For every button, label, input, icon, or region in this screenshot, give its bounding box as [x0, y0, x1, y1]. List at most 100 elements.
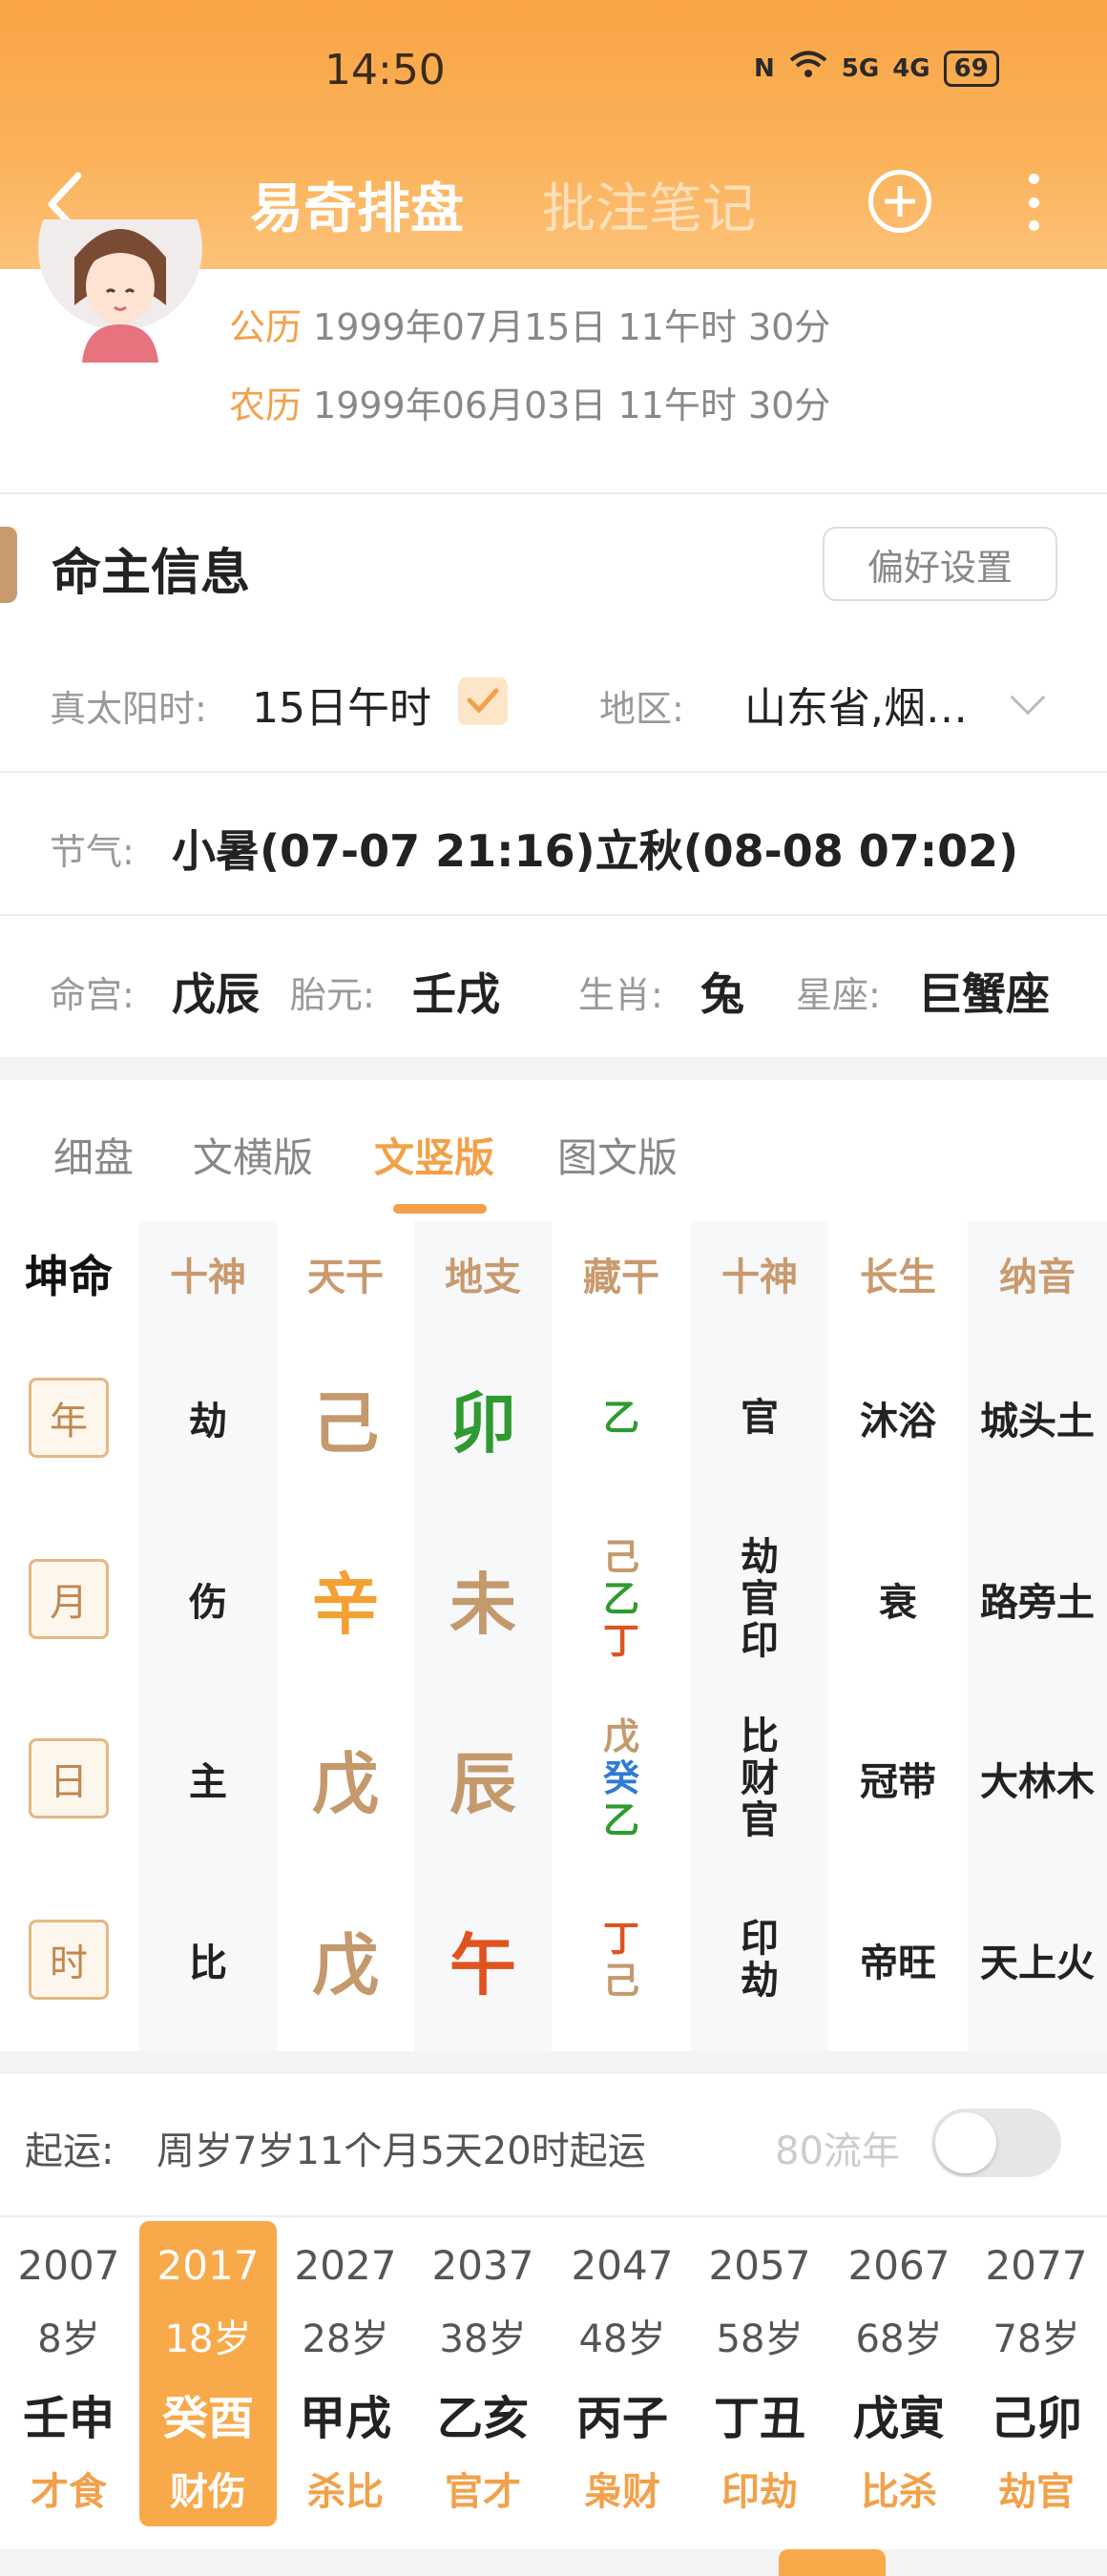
dayun-year: 2057: [708, 2242, 811, 2289]
dayun-item[interactable]: 2027 28岁 甲戌 杀比: [277, 2221, 414, 2526]
avatar: [38, 219, 202, 363]
shishen2-month: 劫 官 印: [691, 1509, 828, 1689]
dayun-age: 68岁: [855, 2317, 943, 2361]
minggong-label: 命宫:: [50, 974, 135, 1016]
row-label-year: 年: [29, 1378, 109, 1458]
true-solar-checkbox[interactable]: [458, 677, 508, 725]
table-corner: 坤命: [25, 1251, 113, 1302]
tab-paipan[interactable]: 易奇排盘: [250, 166, 464, 243]
dayun-age: 78岁: [992, 2317, 1080, 2361]
shengxiao-label: 生肖:: [578, 974, 663, 1016]
battery-icon: 69: [943, 50, 999, 87]
battery-level: 69: [953, 53, 989, 83]
tab-notes[interactable]: 批注笔记: [542, 166, 756, 243]
xingzuo-label: 星座:: [796, 974, 881, 1016]
dayun-year: 2007: [17, 2242, 120, 2289]
lunar-date: 1999年06月03日 11午时 30分: [313, 384, 831, 426]
tiangan-month: 辛: [312, 1565, 379, 1644]
shengxiao-value: 兔: [700, 968, 744, 1020]
true-solar-value: 15日午时: [252, 684, 431, 733]
dayun-year: 2017: [157, 2242, 260, 2289]
shishen-hour: 比: [189, 1942, 227, 1985]
divider: [0, 492, 1107, 494]
liunian-selected-indicator: [779, 2549, 886, 2576]
dayun-item[interactable]: 2007 8岁 壬申 才食: [0, 2221, 137, 2526]
dayun-ganzhi: 丙子: [575, 2392, 668, 2445]
dizhi-day: 辰: [449, 1744, 516, 1823]
dayun-age: 18岁: [164, 2317, 252, 2361]
table-row-month: 月: [0, 1509, 137, 1689]
divider: [0, 771, 1107, 773]
chevron-down-icon[interactable]: [1010, 679, 1046, 716]
dayun-ganzhi: 壬申: [22, 2392, 115, 2445]
canggan-day: 戊 癸 乙: [552, 1689, 691, 1868]
tab-wenshu[interactable]: 文竖版: [374, 1126, 494, 1184]
nayin-year: 城头土: [980, 1400, 1095, 1444]
tab-wenheng[interactable]: 文横版: [193, 1126, 313, 1184]
dayun-shishen: 劫官: [998, 2470, 1075, 2514]
shishen2-char: 官: [741, 1396, 779, 1440]
canggan-char: 戊: [602, 1715, 639, 1757]
header-shishen2: 十神: [721, 1256, 798, 1299]
tab-xipan[interactable]: 细盘: [53, 1126, 134, 1184]
canggan-char: 乙: [602, 1799, 639, 1841]
shishen2-char: 财: [741, 1756, 779, 1800]
dayun-item[interactable]: 2057 58岁 丁丑 印劫: [691, 2221, 828, 2526]
shishen2-char: 印: [741, 1917, 779, 1961]
dayun-ganzhi: 丁丑: [713, 2392, 805, 2445]
changsheng-month: 衰: [879, 1581, 917, 1625]
row-label-month: 月: [29, 1559, 109, 1639]
dayun-age: 28岁: [302, 2317, 389, 2361]
solar-date-row: 公历 1999年07月15日 11午时 30分: [229, 298, 830, 350]
table-row-hour: 时: [0, 1870, 137, 2049]
status-time: 14:50: [324, 46, 446, 94]
qiyun-label: 起运:: [25, 2129, 115, 2173]
canggan-char: 己: [602, 1960, 639, 2002]
liunian-toggle[interactable]: [931, 2109, 1061, 2177]
dayun-shishen: 印劫: [721, 2470, 798, 2514]
canggan-hour: 丁 己: [552, 1870, 691, 2049]
shishen2-char: 劫: [741, 1959, 779, 2003]
lunar-label: 农历: [229, 384, 303, 426]
jieqi-value: 小暑(07-07 21:16)立秋(08-08 07:02): [172, 825, 1019, 877]
canggan-char: 丁: [602, 1918, 639, 1960]
taiyuan-label: 胎元:: [290, 974, 375, 1016]
status-icons: N 5G 4G 69: [754, 50, 999, 87]
tab-tuwen[interactable]: 图文版: [557, 1126, 678, 1184]
section-accent: [0, 527, 17, 603]
add-icon[interactable]: [868, 170, 931, 233]
region-select[interactable]: 山东省,烟…: [744, 674, 968, 735]
dayun-shishen: 杀比: [307, 2470, 384, 2514]
canggan-char: 癸: [602, 1757, 639, 1799]
dayun-item-selected[interactable]: 2017 18岁 癸酉 财伤: [139, 2221, 277, 2526]
dayun-year: 2037: [431, 2242, 534, 2289]
dayun-item[interactable]: 2077 78岁 己卯 劫官: [968, 2221, 1105, 2526]
dayun-item[interactable]: 2067 68岁 戊寅 比杀: [830, 2221, 968, 2526]
section-title: 命主信息: [52, 545, 251, 602]
true-solar-label: 真太阳时:: [50, 688, 207, 730]
dayun-shishen: 比杀: [861, 2470, 937, 2514]
minggong-value: 戊辰: [172, 968, 260, 1020]
preferences-button[interactable]: 偏好设置: [823, 527, 1057, 601]
dizhi-month: 未: [449, 1565, 516, 1644]
more-icon[interactable]: [1029, 174, 1040, 231]
shishen-day: 主: [189, 1760, 227, 1804]
header-tiangan: 天干: [307, 1256, 384, 1299]
tiangan-year: 己: [312, 1383, 379, 1463]
shishen2-char: 比: [741, 1714, 779, 1758]
dayun-item[interactable]: 2047 48岁 丙子 枭财: [554, 2221, 691, 2526]
changsheng-hour: 帝旺: [860, 1942, 936, 1985]
dayun-age: 8岁: [37, 2317, 100, 2361]
header-nayin: 纳音: [999, 1256, 1076, 1299]
shishen2-hour: 印 劫: [691, 1870, 828, 2049]
header-shishen: 十神: [170, 1256, 246, 1299]
canggan-char: 乙: [602, 1578, 639, 1620]
dayun-item[interactable]: 2037 38岁 乙亥 官才: [414, 2221, 552, 2526]
lunar-date-row: 农历 1999年06月03日 11午时 30分: [229, 376, 830, 428]
region-label: 地区:: [599, 688, 684, 730]
dayun-year: 2027: [294, 2242, 397, 2289]
dayun-ganzhi: 甲戌: [299, 2392, 391, 2445]
dayun-shishen: 财伤: [170, 2470, 246, 2514]
canggan-month: 己 乙 丁: [552, 1509, 691, 1689]
table-row-day: 日: [0, 1689, 137, 1868]
